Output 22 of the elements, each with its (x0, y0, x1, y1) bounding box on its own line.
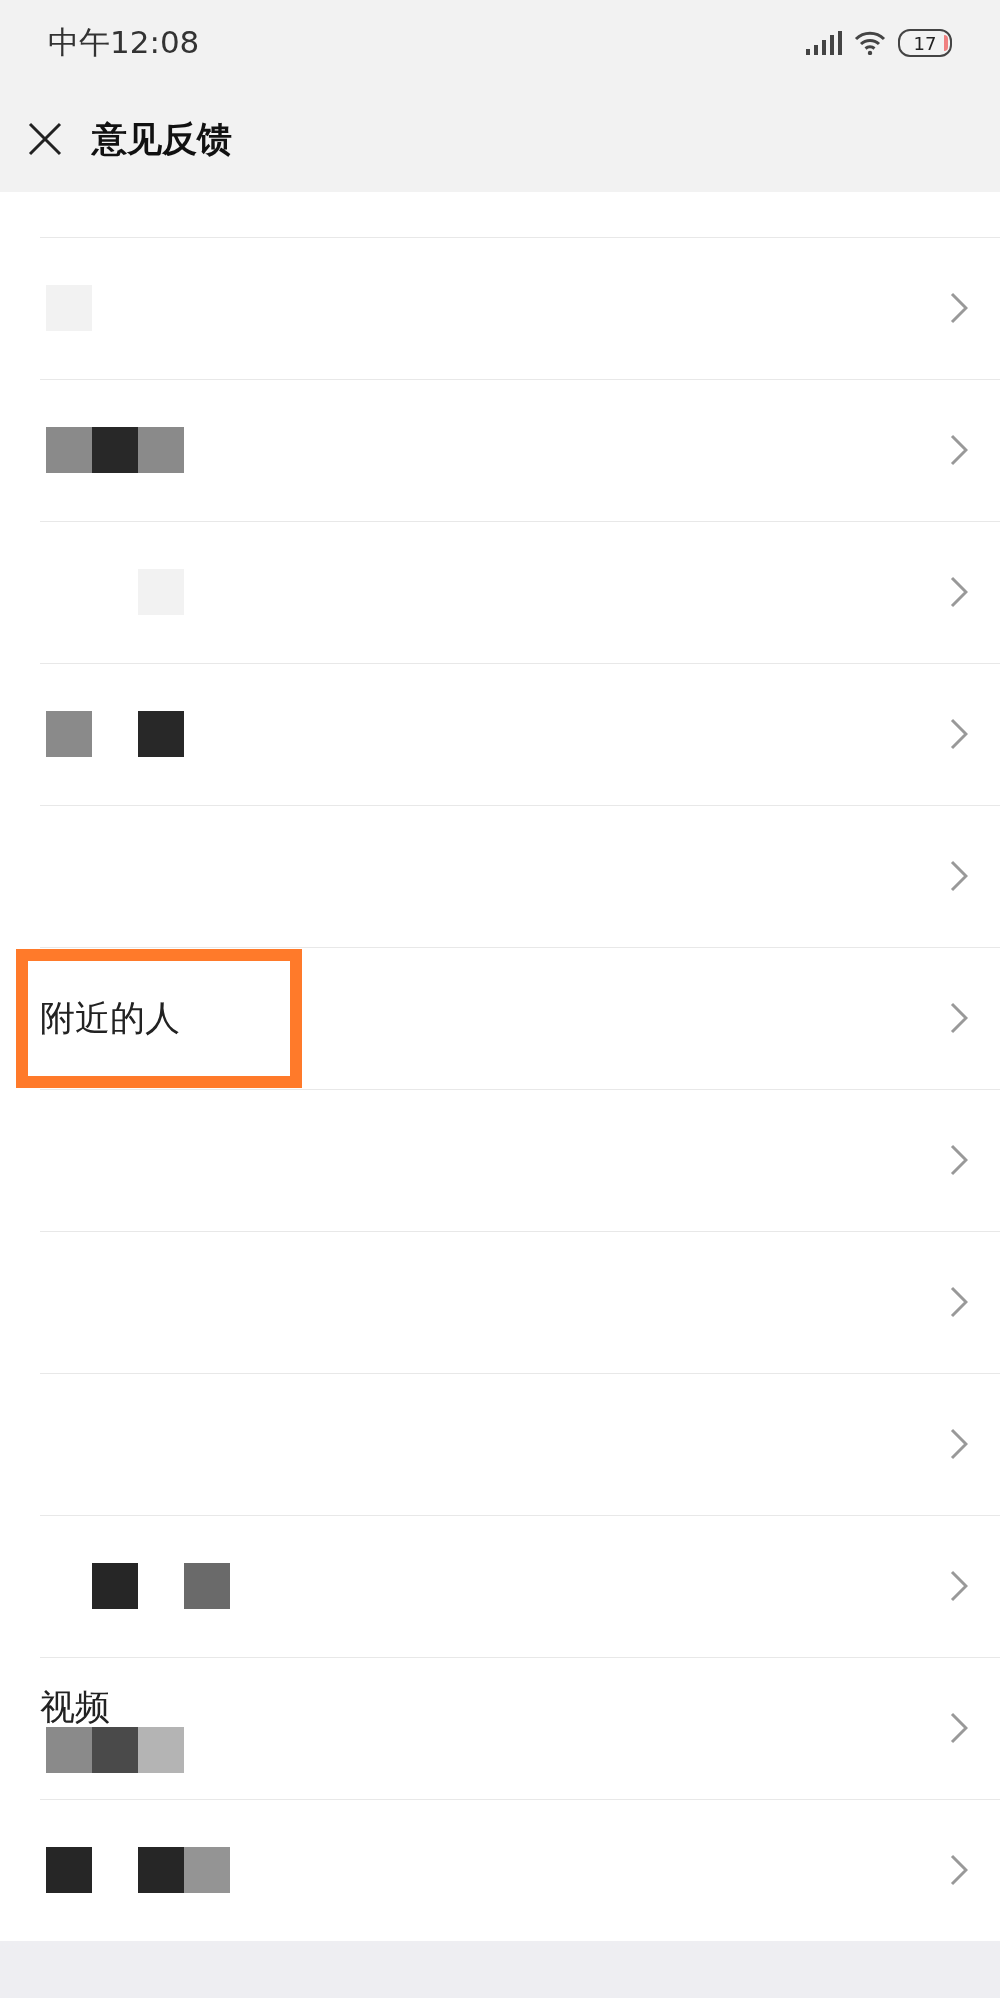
chevron-right-icon (950, 292, 968, 324)
chevron-right-icon (950, 1286, 968, 1318)
chevron-right-icon (950, 1428, 968, 1460)
chevron-right-icon (950, 434, 968, 466)
battery-icon: 17 (898, 29, 952, 57)
page-title: 意见反馈 (92, 117, 232, 161)
close-icon[interactable] (28, 122, 62, 156)
feedback-category-row[interactable]: 附近的人 (0, 947, 1000, 1089)
chevron-right-icon (950, 1144, 968, 1176)
chevron-right-icon (950, 576, 968, 608)
chevron-right-icon (950, 1712, 968, 1744)
feedback-category-row[interactable]: 视频 (0, 1657, 1000, 1799)
wifi-icon (854, 31, 886, 55)
chevron-right-icon (950, 860, 968, 892)
status-time: 中午12:08 (48, 23, 200, 62)
chevron-right-icon (950, 1570, 968, 1602)
row-label: 附近的人 (40, 996, 180, 1040)
row-label: 视频 (40, 1685, 111, 1729)
chevron-right-icon (950, 1854, 968, 1886)
signal-icon (806, 31, 842, 55)
chevron-right-icon (950, 1002, 968, 1034)
chevron-right-icon (950, 718, 968, 750)
